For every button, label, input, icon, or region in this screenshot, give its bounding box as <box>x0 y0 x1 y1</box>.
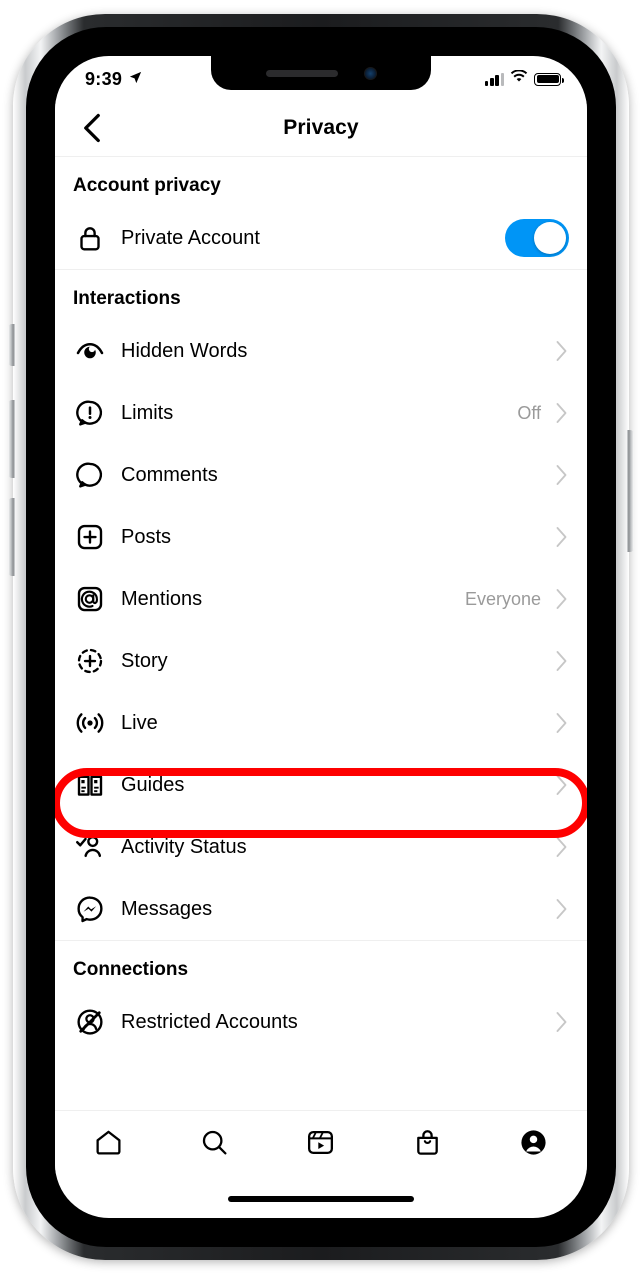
mute-switch[interactable] <box>8 324 15 366</box>
row-label-hidden-words: Hidden Words <box>121 339 248 362</box>
row-label-private-account: Private Account <box>121 226 260 249</box>
chevron-right-icon <box>556 837 566 857</box>
chevron-right-icon <box>556 899 566 919</box>
page-title: Privacy <box>283 116 359 139</box>
chevron-right-icon <box>553 650 569 672</box>
chevron-right-icon <box>553 836 569 858</box>
nav-header: Privacy <box>55 100 587 157</box>
live-broadcast-icon <box>73 706 107 740</box>
chevron-right-icon <box>556 1012 566 1032</box>
search-icon <box>202 1130 227 1155</box>
eye-icon <box>73 334 107 368</box>
chevron-right-icon <box>553 1011 569 1033</box>
back-button[interactable] <box>73 109 111 147</box>
row-restricted-accounts[interactable]: Restricted Accounts <box>55 991 587 1053</box>
settings-list: Account privacy Private Account Interacti… <box>55 157 587 1053</box>
row-posts[interactable]: Posts <box>55 506 587 568</box>
row-activity-status[interactable]: Activity Status <box>55 816 587 878</box>
row-story[interactable]: Story <box>55 630 587 692</box>
chevron-right-icon <box>556 403 566 423</box>
home-indicator <box>228 1196 414 1202</box>
volume-down-button[interactable] <box>8 498 15 576</box>
status-bar-indicators <box>485 69 564 88</box>
row-label-guides: Guides <box>121 773 185 796</box>
chevron-right-icon <box>556 713 566 733</box>
row-hidden-words[interactable]: Hidden Words <box>55 320 587 382</box>
home-icon <box>96 1130 121 1155</box>
chevron-right-icon <box>553 464 569 486</box>
tab-reels[interactable] <box>293 1119 349 1167</box>
chevron-right-icon <box>553 898 569 920</box>
shop-bag-icon <box>417 1130 438 1155</box>
chevron-right-icon <box>553 402 569 424</box>
tab-shop[interactable] <box>399 1119 455 1167</box>
row-messages[interactable]: Messages <box>55 878 587 940</box>
tab-search[interactable] <box>187 1119 243 1167</box>
section-header-account-privacy: Account privacy <box>73 175 221 196</box>
row-value-mentions: Everyone <box>464 588 541 609</box>
chevron-right-icon <box>556 341 566 361</box>
power-button[interactable] <box>627 430 634 552</box>
earpiece-speaker <box>265 69 338 77</box>
plus-square-icon <box>73 520 107 554</box>
chevron-right-icon <box>553 774 569 796</box>
row-guides[interactable]: Guides <box>55 754 587 816</box>
messenger-icon <box>73 892 107 926</box>
tab-profile[interactable] <box>506 1119 562 1167</box>
alert-bubble-icon <box>73 396 107 430</box>
status-bar-time-group: 9:39 <box>85 69 143 90</box>
section-header-connections: Connections <box>73 959 189 980</box>
row-limits[interactable]: Limits Off <box>55 382 587 444</box>
guides-book-icon <box>73 768 107 802</box>
story-plus-icon <box>73 644 107 678</box>
chevron-right-icon <box>556 651 566 671</box>
row-label-story: Story <box>121 649 168 672</box>
screenshot-scene: 9:39 Privacy Account privacy Private Acc… <box>0 0 642 1274</box>
at-sign-icon <box>73 582 107 616</box>
wifi-icon <box>510 69 528 88</box>
row-label-messages: Messages <box>121 897 213 920</box>
cellular-signal-icon <box>485 72 504 86</box>
person-check-icon <box>73 830 107 864</box>
chevron-right-icon <box>556 589 566 609</box>
comment-bubble-icon <box>73 458 107 492</box>
row-label-restricted-accounts: Restricted Accounts <box>121 1010 298 1033</box>
phone-screen: 9:39 Privacy Account privacy Private Acc… <box>55 56 587 1218</box>
row-live[interactable]: Live <box>55 692 587 754</box>
volume-up-button[interactable] <box>8 400 15 478</box>
row-label-activity-status: Activity Status <box>121 835 247 858</box>
row-label-posts: Posts <box>121 525 172 548</box>
lock-icon <box>73 221 107 255</box>
row-label-mentions: Mentions <box>121 587 203 610</box>
row-label-live: Live <box>121 711 158 734</box>
toggle-knob <box>534 222 566 254</box>
location-arrow-icon <box>128 69 143 90</box>
row-label-comments: Comments <box>121 463 218 486</box>
reels-icon <box>308 1130 334 1155</box>
row-label-limits: Limits <box>121 401 174 424</box>
chevron-right-icon <box>556 527 566 547</box>
toggle-private-account[interactable] <box>505 219 569 257</box>
row-private-account[interactable]: Private Account <box>55 207 587 269</box>
bottom-tab-bar <box>55 1110 587 1174</box>
row-mentions[interactable]: Mentions Everyone <box>55 568 587 630</box>
battery-full-icon <box>534 72 564 86</box>
restricted-person-icon <box>73 1005 107 1039</box>
notch <box>211 56 431 90</box>
status-bar-clock: 9:39 <box>85 69 123 89</box>
row-comments[interactable]: Comments <box>55 444 587 506</box>
section-header-interactions: Interactions <box>73 288 181 309</box>
row-value-limits: Off <box>517 402 541 423</box>
chevron-right-icon <box>553 526 569 548</box>
tab-home[interactable] <box>80 1119 136 1167</box>
chevron-right-icon <box>553 340 569 362</box>
chevron-left-icon <box>84 113 100 143</box>
chevron-right-icon <box>553 712 569 734</box>
chevron-right-icon <box>556 465 566 485</box>
profile-avatar-icon <box>521 1130 546 1155</box>
chevron-right-icon <box>556 775 566 795</box>
front-camera-icon <box>363 66 377 80</box>
chevron-right-icon <box>553 588 569 610</box>
